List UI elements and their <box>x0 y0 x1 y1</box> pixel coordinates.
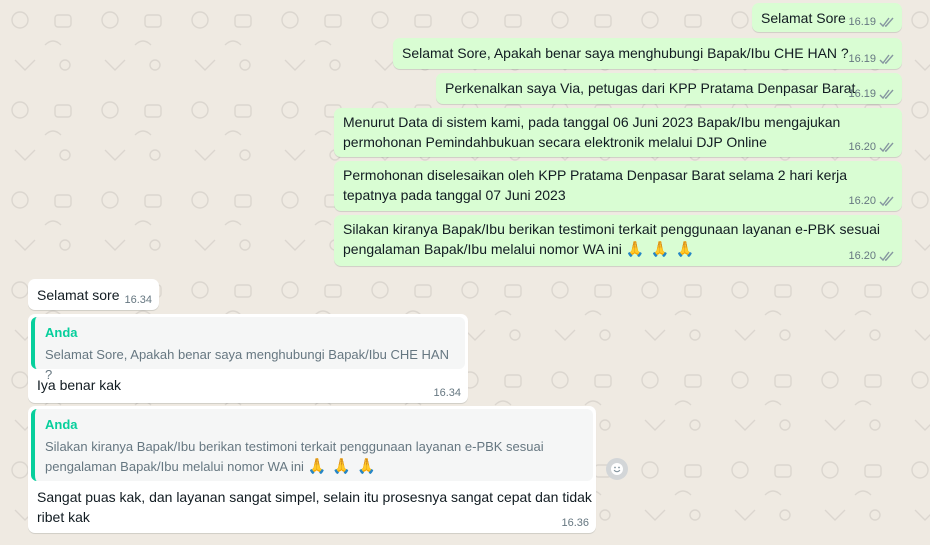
message-time: 16.20 <box>848 141 876 153</box>
double-check-icon <box>879 196 895 207</box>
message-text: Silakan kiranya Bapak/Ibu berikan testim… <box>343 220 893 259</box>
message-time: 16.34 <box>433 387 461 399</box>
message-body: Silakan kiranya Bapak/Ibu berikan testim… <box>343 221 880 257</box>
message-meta: 16.19 <box>848 87 895 101</box>
outgoing-message[interactable]: Menurut Data di sistem kami, pada tangga… <box>334 108 902 157</box>
message-time: 16.20 <box>848 250 876 262</box>
quote-text: Silakan kiranya Bapak/Ibu berikan testim… <box>45 437 565 477</box>
message-time: 16.19 <box>848 88 876 100</box>
incoming-message[interactable]: Selamat sore 16.34 <box>28 279 159 310</box>
message-meta: 16.20 <box>848 194 895 208</box>
outgoing-message[interactable]: Selamat Sore, Apakah benar saya menghubu… <box>393 38 902 69</box>
message-time: 16.19 <box>848 53 876 65</box>
message-meta: 16.34 <box>124 293 152 307</box>
quote-body: Silakan kiranya Bapak/Ibu berikan testim… <box>45 439 544 474</box>
double-check-icon <box>879 54 895 65</box>
message-meta: 16.36 <box>561 516 589 530</box>
praying-hands-emoji: 🙏 🙏 🙏 <box>307 458 377 475</box>
message-text: Permohonan diselesaikan oleh KPP Pratama… <box>343 167 848 203</box>
message-time: 16.34 <box>124 294 152 306</box>
message-time: 16.20 <box>848 195 876 207</box>
double-check-icon <box>879 89 895 100</box>
incoming-reply-message[interactable]: Anda Silakan kiranya Bapak/Ibu berikan t… <box>28 406 596 533</box>
message-text: Perkenalkan saya Via, petugas dari KPP P… <box>445 80 856 96</box>
quoted-message[interactable]: Anda Silakan kiranya Bapak/Ibu berikan t… <box>31 409 593 481</box>
praying-hands-emoji: 🙏 🙏 🙏 <box>625 240 696 258</box>
message-meta: 16.19 <box>848 15 895 29</box>
incoming-reply-message[interactable]: Anda Selamat Sore, Apakah benar saya men… <box>28 314 468 403</box>
message-text: Iya benar kak <box>37 377 122 393</box>
message-meta: 16.20 <box>848 249 895 263</box>
outgoing-message[interactable]: Silakan kiranya Bapak/Ibu berikan testim… <box>334 215 902 266</box>
message-text: Selamat Sore, Apakah benar saya menghubu… <box>402 45 849 61</box>
quote-author: Anda <box>45 417 78 432</box>
quoted-message[interactable]: Anda Selamat Sore, Apakah benar saya men… <box>31 317 465 382</box>
message-text: Menurut Data di sistem kami, pada tangga… <box>343 114 841 150</box>
double-check-icon <box>879 142 895 153</box>
outgoing-message[interactable]: Perkenalkan saya Via, petugas dari KPP P… <box>436 73 902 104</box>
double-check-icon <box>879 17 895 28</box>
message-time: 16.36 <box>561 517 589 529</box>
message-text: Sangat puas kak, dan layanan sangat simp… <box>37 489 592 525</box>
message-time: 16.19 <box>848 16 876 28</box>
double-check-icon <box>879 251 895 262</box>
message-meta: 16.19 <box>848 52 895 66</box>
message-meta: 16.34 <box>433 386 461 400</box>
outgoing-message[interactable]: Selamat Sore 16.19 <box>752 3 902 32</box>
quote-author: Anda <box>45 325 78 340</box>
message-text: Selamat sore <box>37 287 120 303</box>
outgoing-message[interactable]: Permohonan diselesaikan oleh KPP Pratama… <box>334 161 902 211</box>
message-meta: 16.20 <box>848 140 895 154</box>
message-text: Selamat Sore <box>761 10 846 26</box>
smiley-icon[interactable] <box>606 458 628 480</box>
